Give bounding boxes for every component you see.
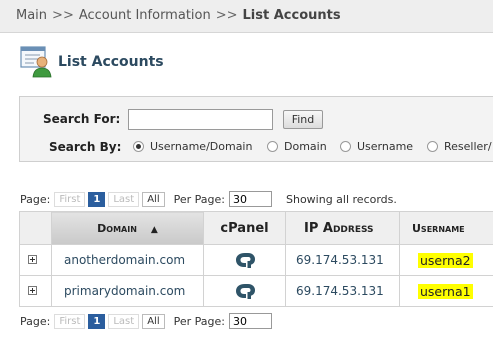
cpanel-column-header: cPanel xyxy=(203,211,286,245)
radio-label: Username/Domain xyxy=(150,140,253,153)
expand-icon[interactable] xyxy=(28,255,37,264)
ip-cell: 69.174.53.131 xyxy=(285,244,400,276)
breadcrumb-separator: >> xyxy=(215,8,238,23)
radio-username-domain[interactable]: Username/Domain xyxy=(133,140,252,153)
page-label: Page: xyxy=(20,192,51,206)
all-pages-button[interactable]: All xyxy=(142,191,165,207)
page-header: List Accounts xyxy=(20,46,164,78)
search-for-label: Search For: xyxy=(43,112,121,126)
radio-button[interactable] xyxy=(427,141,438,152)
page-title: List Accounts xyxy=(58,54,164,70)
radio-button[interactable] xyxy=(267,141,278,152)
search-by-label: Search By: xyxy=(49,140,122,154)
domain-cell[interactable]: anotherdomain.com xyxy=(51,244,204,276)
per-page-label: Per Page: xyxy=(173,192,225,206)
radio-button-selected[interactable] xyxy=(133,141,144,152)
find-button[interactable]: Find xyxy=(283,110,323,129)
radio-label: Reseller/ xyxy=(444,140,492,153)
username-highlight: userna1 xyxy=(418,283,473,299)
accounts-table: Domain ▲ cPanel IP Address Username anoth… xyxy=(19,211,493,307)
user-list-icon xyxy=(20,46,54,78)
page-label: Page: xyxy=(20,314,51,328)
cpanel-link[interactable] xyxy=(203,275,286,307)
sort-ascending-icon: ▲ xyxy=(150,224,158,235)
first-page-button[interactable]: First xyxy=(54,191,86,207)
domain-column-header[interactable]: Domain ▲ xyxy=(51,211,204,245)
last-page-button[interactable]: Last xyxy=(108,191,140,207)
per-page-input[interactable] xyxy=(228,191,272,207)
table-row: anotherdomain.com 69.174.53.131 userna2 xyxy=(19,244,493,276)
radio-reseller[interactable]: Reseller/ xyxy=(427,140,492,153)
records-status: Showing all records. xyxy=(285,192,397,206)
breadcrumb-separator: >> xyxy=(52,8,74,23)
table-header-row: Domain ▲ cPanel IP Address Username xyxy=(19,211,493,245)
username-cell: userna2 xyxy=(399,244,493,276)
ip-cell: 69.174.53.131 xyxy=(285,275,400,307)
ip-address-column-header[interactable]: IP Address xyxy=(285,211,400,245)
username-cell: userna1 xyxy=(399,275,493,307)
last-page-button[interactable]: Last xyxy=(108,313,140,329)
breadcrumb-current: List Accounts xyxy=(242,8,341,23)
all-pages-button[interactable]: All xyxy=(142,313,165,329)
radio-label: Username xyxy=(357,140,414,153)
radio-button[interactable] xyxy=(340,141,351,152)
breadcrumb-account-information[interactable]: Account Information xyxy=(79,8,211,23)
domain-header-label: Domain xyxy=(97,221,137,235)
radio-label: Domain xyxy=(284,140,327,153)
breadcrumb-main[interactable]: Main xyxy=(16,8,47,23)
expand-column-header xyxy=(19,211,52,245)
username-highlight: userna2 xyxy=(418,252,473,268)
cpanel-link[interactable] xyxy=(203,244,286,276)
search-input[interactable] xyxy=(128,109,273,130)
pager-bottom: Page: First 1 Last All Per Page: xyxy=(20,313,272,329)
current-page-button[interactable]: 1 xyxy=(88,313,106,329)
domain-cell[interactable]: primarydomain.com xyxy=(51,275,204,307)
cpanel-icon[interactable] xyxy=(234,282,256,300)
radio-username[interactable]: Username xyxy=(340,140,413,153)
table-row: primarydomain.com 69.174.53.131 userna1 xyxy=(19,275,493,307)
expand-icon[interactable] xyxy=(28,286,37,295)
breadcrumb: Main >> Account Information >> List Accounts xyxy=(0,0,493,33)
pager-top: Page: First 1 Last All Per Page: Showing… xyxy=(20,191,397,207)
first-page-button[interactable]: First xyxy=(54,313,86,329)
cpanel-icon[interactable] xyxy=(234,251,256,269)
current-page-button[interactable]: 1 xyxy=(88,191,106,207)
search-panel: Search For: Find Search By: Username/Dom… xyxy=(19,96,493,162)
username-column-header[interactable]: Username xyxy=(399,211,493,245)
per-page-label: Per Page: xyxy=(173,314,225,328)
radio-domain[interactable]: Domain xyxy=(267,140,327,153)
per-page-input[interactable] xyxy=(228,313,272,329)
